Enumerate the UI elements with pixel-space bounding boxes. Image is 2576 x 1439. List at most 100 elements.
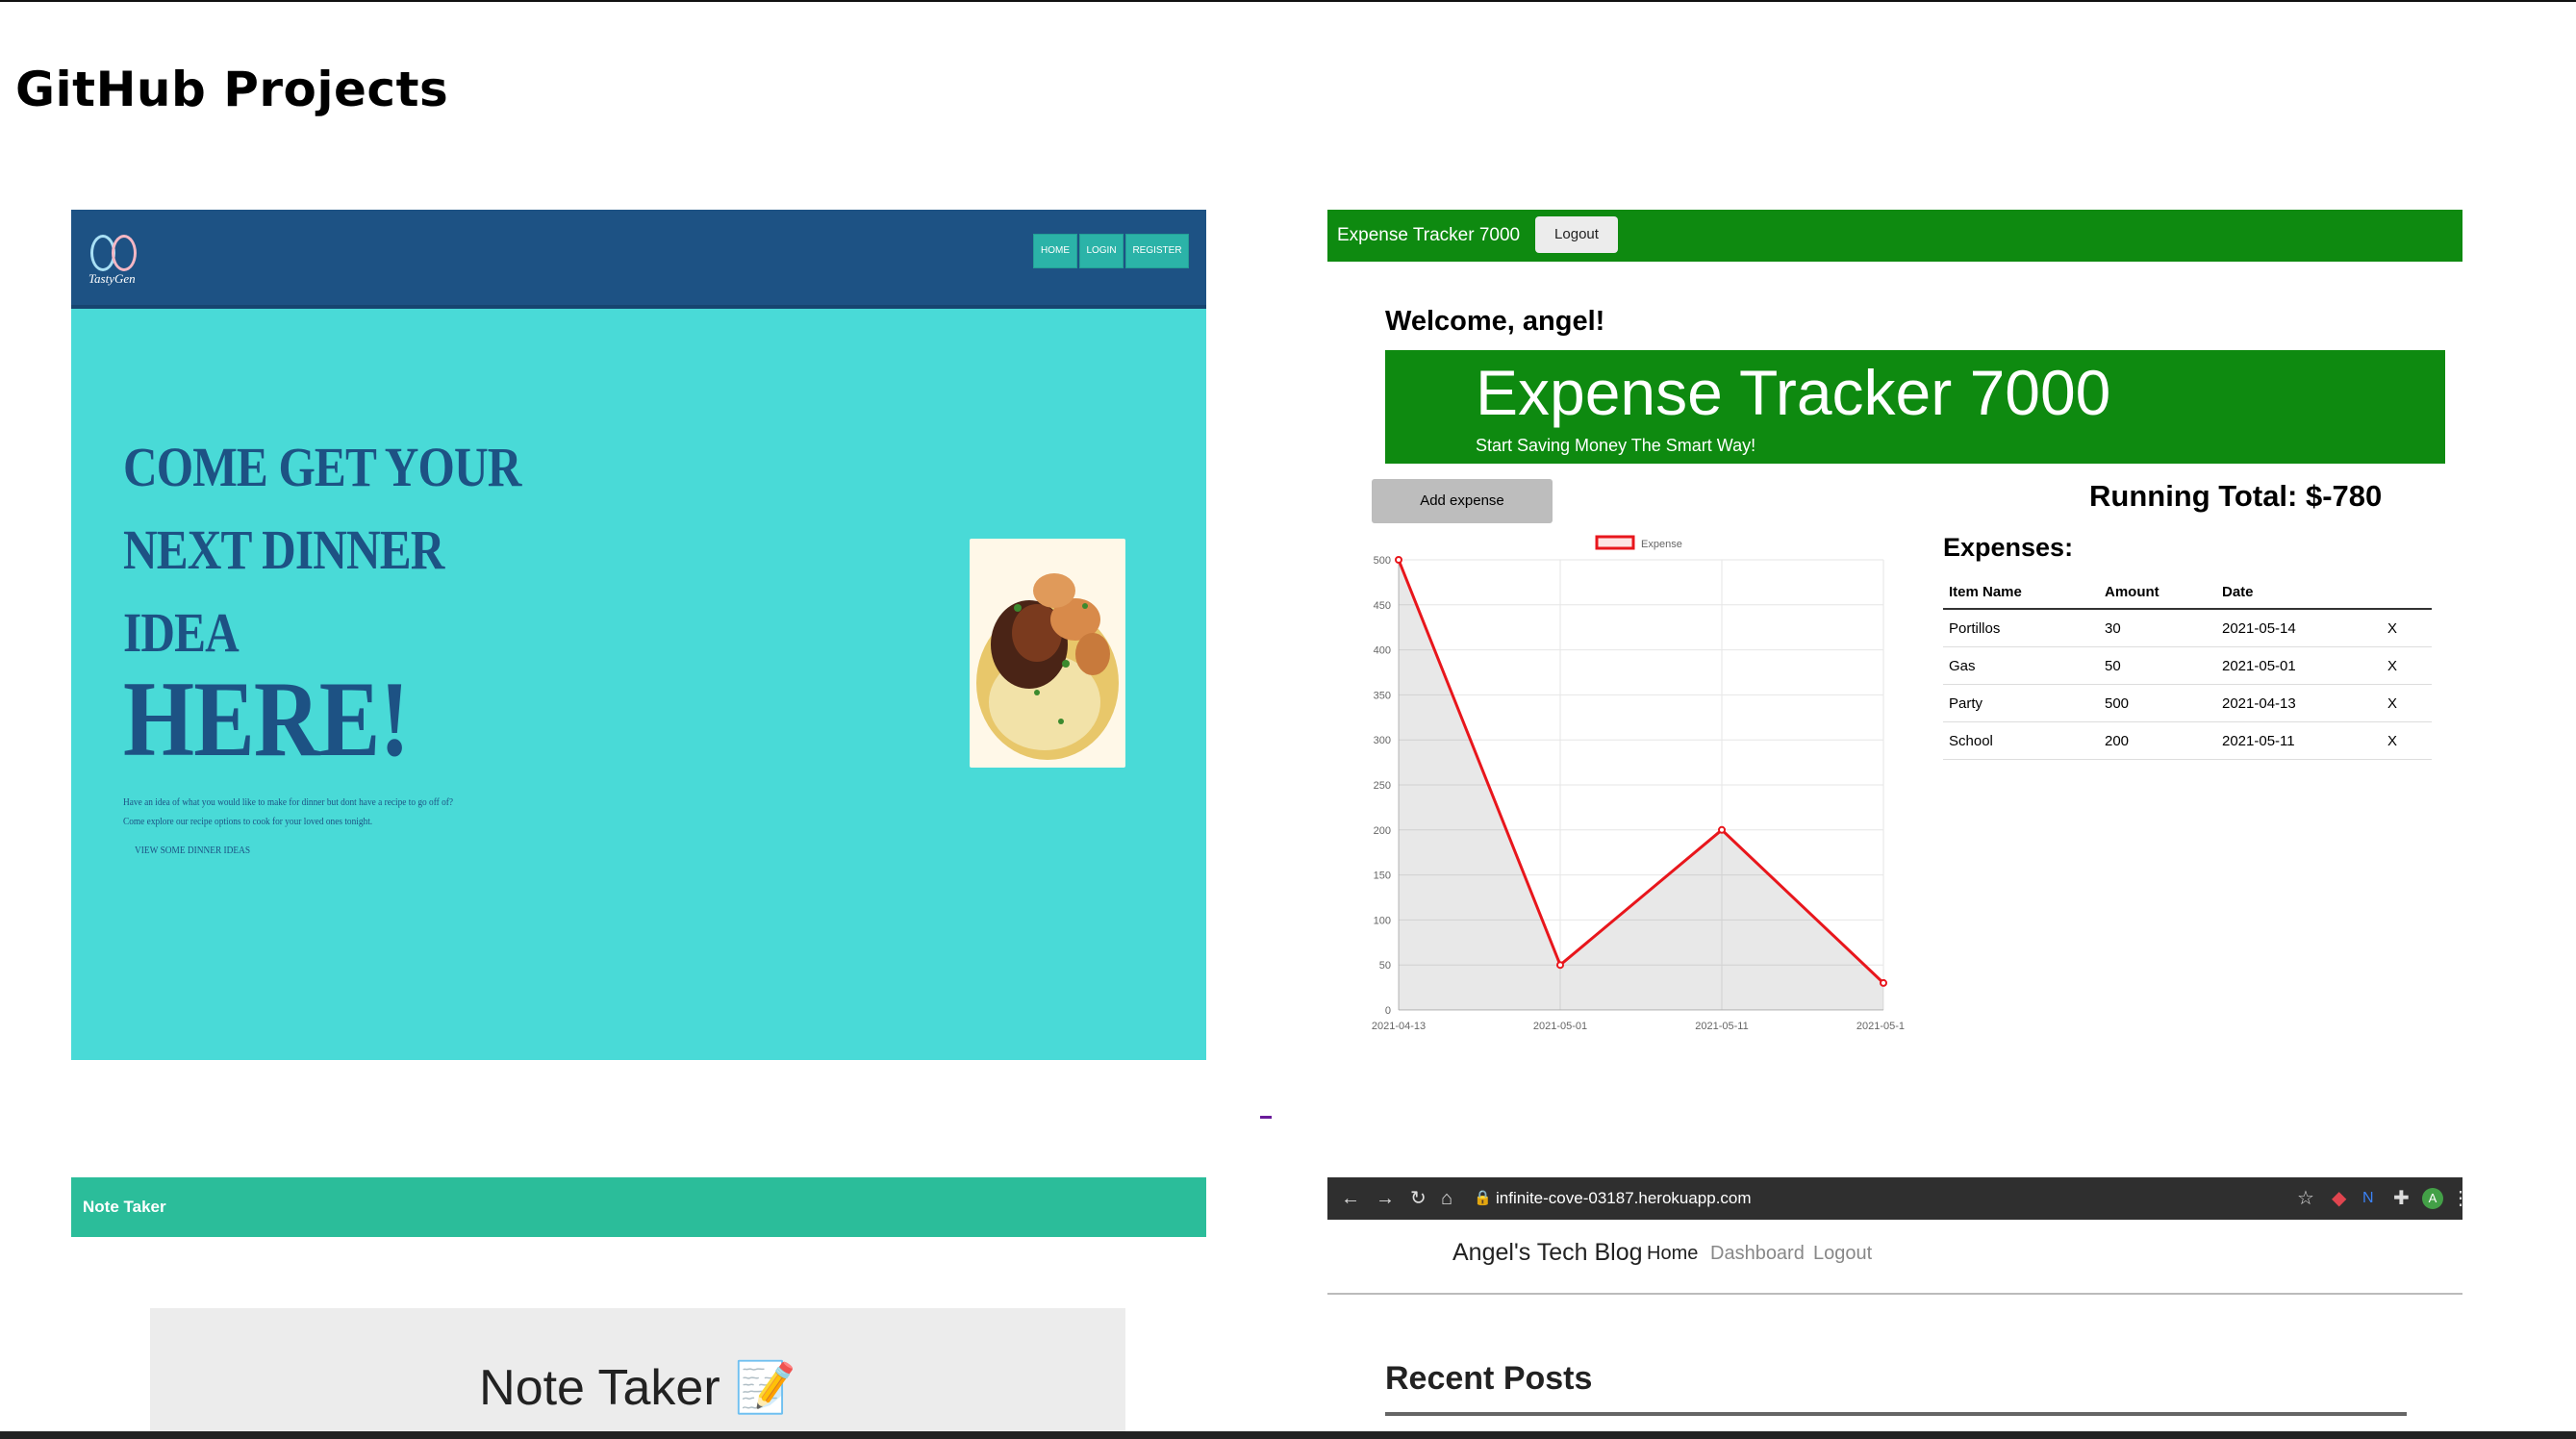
legend-label: Expense (1641, 539, 1682, 550)
cell-amount: 500 (2099, 684, 2216, 722)
header-amount: Amount (2099, 575, 2216, 610)
tastygen-navbar: TastyGen HOME LOGIN REGISTER (71, 210, 1206, 309)
table-row: School 200 2021-05-11 X (1943, 721, 2432, 760)
project-card-note-taker[interactable]: Note Taker Note Taker 📝 (71, 1177, 1206, 1439)
extension-red-icon[interactable]: ◆ (2332, 1177, 2346, 1220)
blog-nav-logout[interactable]: Logout (1813, 1243, 1872, 1265)
recent-posts-underline (1385, 1412, 2407, 1416)
top-border (0, 0, 2576, 2)
hero-line-3: IDEA (123, 601, 240, 664)
data-point (1556, 961, 1564, 970)
delete-expense-button[interactable]: X (2382, 646, 2432, 685)
forward-arrow-icon[interactable]: → (1376, 1177, 1395, 1220)
expense-navbar: Expense Tracker 7000 Logout (1327, 210, 2462, 262)
delete-expense-button[interactable]: X (2382, 721, 2432, 760)
welcome-text: Welcome, angel! (1385, 306, 1605, 337)
y-tick-label: 450 (1374, 600, 1391, 612)
tastygen-nav-home[interactable]: HOME (1033, 234, 1077, 268)
y-tick-label: 200 (1374, 825, 1391, 837)
hero-line-4: HERE! (123, 660, 410, 779)
y-tick-label: 250 (1374, 780, 1391, 792)
project-card-tastygen[interactable]: TastyGen HOME LOGIN REGISTER COME GET YO… (71, 210, 1206, 1060)
extensions-puzzle-icon[interactable]: ✚ (2393, 1177, 2410, 1220)
view-dinner-ideas-link[interactable]: VIEW SOME DINNER IDEAS (135, 845, 250, 856)
expense-logout-button[interactable]: Logout (1535, 216, 1618, 253)
cell-amount: 200 (2099, 721, 2216, 760)
y-tick-label: 500 (1374, 555, 1391, 567)
hero-line-2: NEXT DINNER (123, 518, 444, 581)
header-delete (2382, 575, 2432, 610)
extension-n-icon[interactable]: N (2362, 1177, 2374, 1220)
table-row: Party 500 2021-04-13 X (1943, 684, 2432, 722)
page-title: GitHub Projects (15, 62, 449, 117)
y-tick-label: 300 (1374, 735, 1391, 746)
table-row: Portillos 30 2021-05-14 X (1943, 609, 2432, 647)
notetaker-navbar: Note Taker (71, 1177, 1206, 1237)
cell-item: Gas (1943, 646, 2099, 685)
address-bar[interactable]: infinite-cove-03187.herokuapp.com (1496, 1177, 1752, 1220)
data-point (1395, 556, 1402, 564)
tastygen-nav-register[interactable]: REGISTER (1125, 234, 1189, 268)
lock-icon: 🔒 (1474, 1190, 1492, 1206)
data-point (1880, 978, 1887, 987)
y-tick-label: 0 (1385, 1005, 1391, 1017)
blog-nav-home[interactable]: Home (1647, 1243, 1698, 1265)
bottom-border (0, 1431, 2576, 1439)
header-date: Date (2216, 575, 2382, 610)
jumbotron-subtitle: Start Saving Money The Smart Way! (1476, 436, 1756, 455)
blog-brand[interactable]: Angel's Tech Blog (1452, 1239, 1643, 1267)
cell-item: Party (1943, 684, 2099, 722)
recent-posts-heading: Recent Posts (1385, 1360, 1593, 1397)
notetaker-title: Note Taker 📝 (479, 1360, 796, 1416)
divider-mark (1260, 1116, 1272, 1119)
cell-date: 2021-05-11 (2216, 721, 2382, 760)
browser-toolbar: ← → ↻ ⌂ 🔒 infinite-cove-03187.herokuapp.… (1327, 1177, 2462, 1220)
cell-item: Portillos (1943, 609, 2099, 647)
expense-line-chart: Expense 0 50 100 150 200 250 300 350 400 450 500 202… (1372, 535, 1905, 1032)
x-tick-label: 2021-04-13 (1372, 1021, 1426, 1032)
tastygen-brand: TastyGen (88, 271, 136, 286)
legend-swatch (1595, 535, 1635, 550)
profile-avatar-icon[interactable]: A (2422, 1188, 2443, 1209)
delete-expense-button[interactable]: X (2382, 609, 2432, 647)
hero-desc-2: Come explore our recipe options to cook … (123, 816, 373, 827)
data-point (1718, 825, 1726, 834)
cell-date: 2021-05-14 (2216, 609, 2382, 647)
more-menu-icon[interactable]: ⋮ (2451, 1177, 2462, 1220)
notetaker-brand[interactable]: Note Taker (83, 1177, 166, 1237)
expenses-heading: Expenses: (1943, 533, 2074, 562)
project-card-expense-tracker[interactable]: Expense Tracker 7000 Logout Welcome, ang… (1327, 210, 2462, 1056)
x-tick-label: 2021-05-14 (1856, 1021, 1905, 1032)
bookmark-star-icon[interactable]: ☆ (2297, 1177, 2314, 1220)
y-tick-label: 350 (1374, 690, 1391, 701)
home-icon[interactable]: ⌂ (1441, 1177, 1452, 1220)
project-card-tech-blog[interactable]: ← → ↻ ⌂ 🔒 infinite-cove-03187.herokuapp.… (1327, 1177, 2462, 1439)
cell-amount: 30 (2099, 609, 2216, 647)
blog-nav-dashboard[interactable]: Dashboard (1710, 1243, 1805, 1265)
x-tick-label: 2021-05-01 (1533, 1021, 1587, 1032)
table-row: Gas 50 2021-05-01 X (1943, 646, 2432, 685)
notetaker-jumbotron: Note Taker 📝 (150, 1308, 1125, 1439)
y-tick-label: 150 (1374, 871, 1391, 882)
dinner-photo (970, 539, 1125, 768)
cell-date: 2021-05-01 (2216, 646, 2382, 685)
back-arrow-icon[interactable]: ← (1341, 1177, 1360, 1220)
logo-ring-right (112, 235, 137, 271)
add-expense-button[interactable]: Add expense (1372, 479, 1553, 523)
reload-icon[interactable]: ↻ (1410, 1177, 1427, 1220)
header-item-name: Item Name (1943, 575, 2099, 610)
delete-expense-button[interactable]: X (2382, 684, 2432, 722)
cell-item: School (1943, 721, 2099, 760)
expense-jumbotron: Expense Tracker 7000 Start Saving Money … (1385, 350, 2445, 464)
table-header-row: Item Name Amount Date (1943, 575, 2432, 610)
hero-desc-1: Have an idea of what you would like to m… (123, 796, 454, 808)
x-tick-label: 2021-05-11 (1695, 1021, 1748, 1032)
cell-date: 2021-04-13 (2216, 684, 2382, 722)
expenses-table: Item Name Amount Date Portillos 30 2021-… (1943, 575, 2432, 760)
jumbotron-title: Expense Tracker 7000 (1476, 357, 2111, 428)
y-tick-label: 400 (1374, 645, 1391, 657)
tastygen-logo[interactable]: TastyGen (88, 231, 146, 289)
hero-line-1: COME GET YOUR (123, 436, 521, 498)
tastygen-nav-login[interactable]: LOGIN (1079, 234, 1124, 268)
expense-brand[interactable]: Expense Tracker 7000 (1337, 210, 1520, 262)
